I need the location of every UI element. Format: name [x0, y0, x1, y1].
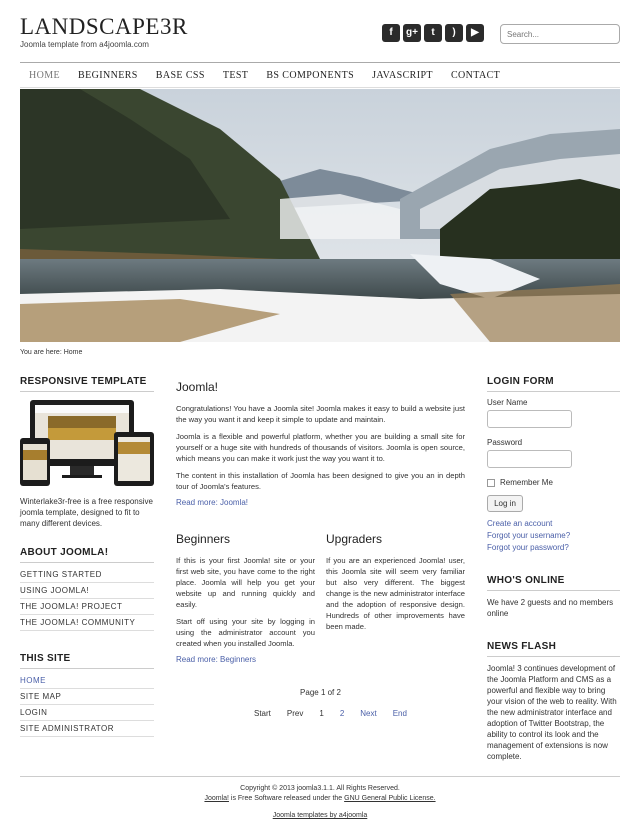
article-paragraph: The content in this installation of Joom… [176, 471, 465, 491]
template-credit-link[interactable]: Joomla templates by a4joomla [20, 812, 620, 819]
article-title-beginners[interactable]: Beginners [176, 532, 315, 546]
this-site-menu: HOME SITE MAP LOGIN SITE ADMINISTRATOR [20, 673, 154, 737]
pagination-next[interactable]: Next [352, 709, 384, 718]
page-counter: Page 1 of 2 [300, 688, 341, 697]
breadcrumb: You are here: Home [20, 349, 83, 356]
menu-item-test[interactable]: TEST [214, 70, 258, 81]
forgot-password-link[interactable]: Forgot your password? [487, 542, 620, 553]
pagination-start: Start [254, 709, 271, 718]
joomla-link[interactable]: Joomla! [204, 795, 229, 802]
read-more-joomla-link[interactable]: Read more: Joomla! [176, 498, 465, 507]
license-text: is Free Software released under the [228, 795, 345, 802]
forgot-username-link[interactable]: Forgot your username? [487, 530, 620, 541]
article-paragraph: If you are an experienced Joomla! user, … [326, 556, 465, 631]
remember-me-label: Remember Me [500, 478, 553, 487]
right-sidebar: LOGIN FORM User Name Password Remember M… [487, 376, 620, 762]
google-plus-icon[interactable]: g+ [403, 24, 421, 42]
about-joomla-module: ABOUT JOOMLA! GETTING STARTED USING JOOM… [20, 547, 154, 631]
password-label: Password [487, 438, 523, 447]
copyright-text: Copyright © 2013 joomla3.1.1. All Rights… [240, 785, 400, 792]
banner-image [20, 89, 620, 342]
responsive-module: RESPONSIVE TEMPLATE Winterlake3r-free is… [20, 376, 154, 529]
menu-item-beginners[interactable]: BEGINNERS [69, 70, 147, 81]
menu-link-joomla-community[interactable]: THE JOOMLA! COMMUNITY [20, 615, 154, 631]
news-flash-text: Joomla! 3 continues development of the J… [487, 664, 617, 761]
article-title-upgraders[interactable]: Upgraders [326, 532, 465, 546]
read-more-beginners-link[interactable]: Read more: Beginners [176, 655, 315, 664]
create-account-link[interactable]: Create an account [487, 518, 620, 529]
this-site-module: THIS SITE HOME SITE MAP LOGIN SITE ADMIN… [20, 653, 154, 737]
menu-link-home[interactable]: HOME [20, 673, 154, 689]
about-joomla-menu: GETTING STARTED USING JOOMLA! THE JOOMLA… [20, 567, 154, 631]
menu-link-login[interactable]: LOGIN [20, 705, 154, 721]
pagination-page-2[interactable]: 2 [332, 709, 352, 718]
menu-link-site-map[interactable]: SITE MAP [20, 689, 154, 705]
site-header: LANDSCAPE3R Joomla template from a4jooml… [20, 14, 620, 52]
pagination-page-1: 1 [319, 709, 324, 718]
whos-online-text: We have 2 guests and no members online [487, 598, 614, 618]
menu-link-site-administrator[interactable]: SITE ADMINISTRATOR [20, 721, 154, 737]
beginners-article: Beginners If this is your first Joomla! … [176, 532, 315, 664]
devices-image [20, 398, 154, 488]
this-site-title: THIS SITE [20, 653, 154, 669]
gpl-license-link[interactable]: GNU General Public License. [344, 795, 435, 802]
search-input[interactable] [500, 24, 620, 44]
article-paragraph: Congratulations! You have a Joomla site!… [176, 404, 465, 424]
password-field[interactable] [487, 450, 572, 468]
youtube-icon[interactable]: ▶ [466, 24, 484, 42]
responsive-title: RESPONSIVE TEMPLATE [20, 376, 154, 392]
site-footer: Copyright © 2013 joomla3.1.1. All Rights… [20, 776, 620, 822]
remember-me-checkbox[interactable] [487, 478, 495, 487]
menu-item-bs-components[interactable]: BS COMPONENTS [257, 70, 363, 81]
rss-icon[interactable]: ) [445, 24, 463, 42]
article-paragraph: Joomla is a flexible and powerful platfo… [176, 432, 465, 463]
login-form-title: LOGIN FORM [487, 376, 620, 392]
username-label: User Name [487, 398, 528, 407]
menu-link-getting-started[interactable]: GETTING STARTED [20, 567, 154, 583]
facebook-icon[interactable]: f [382, 24, 400, 42]
main-content: Joomla! Congratulations! You have a Joom… [176, 380, 465, 718]
menu-item-javascript[interactable]: JAVASCRIPT [363, 70, 442, 81]
menu-item-home[interactable]: HOME [20, 70, 69, 81]
upgraders-article: Upgraders If you are an experienced Joom… [326, 532, 465, 638]
pagination-end[interactable]: End [385, 709, 415, 718]
license-line: Joomla! is Free Software released under … [20, 795, 620, 802]
article-paragraph: Start off using your site by logging in … [176, 617, 315, 648]
news-flash-title: NEWS FLASH [487, 641, 620, 657]
twitter-icon[interactable]: t [424, 24, 442, 42]
pagination-prev: Prev [286, 709, 304, 718]
login-links: Create an account Forgot your username? … [487, 518, 620, 553]
menu-link-using-joomla[interactable]: USING JOOMLA! [20, 583, 154, 599]
menu-item-base-css[interactable]: BASE CSS [147, 70, 214, 81]
menu-link-joomla-project[interactable]: THE JOOMLA! PROJECT [20, 599, 154, 615]
left-sidebar: RESPONSIVE TEMPLATE Winterlake3r-free is… [20, 376, 154, 751]
main-menu: HOME BEGINNERS BASE CSS TEST BS COMPONEN… [20, 62, 620, 88]
article-paragraph: If this is your first Joomla! site or yo… [176, 556, 315, 609]
login-button[interactable]: Log in [487, 495, 523, 512]
social-icons: f g+ t ) ▶ [382, 24, 484, 42]
pagination: Start Prev 1 2 Next End [246, 709, 415, 718]
article-title-joomla[interactable]: Joomla! [176, 380, 465, 394]
menu-item-contact[interactable]: CONTACT [442, 70, 509, 81]
username-field[interactable] [487, 410, 572, 428]
remember-me: Remember Me [487, 478, 620, 487]
whos-online-title: WHO'S ONLINE [487, 575, 620, 591]
responsive-text: Winterlake3r-free is a free responsive j… [20, 497, 153, 528]
about-joomla-title: ABOUT JOOMLA! [20, 547, 154, 563]
